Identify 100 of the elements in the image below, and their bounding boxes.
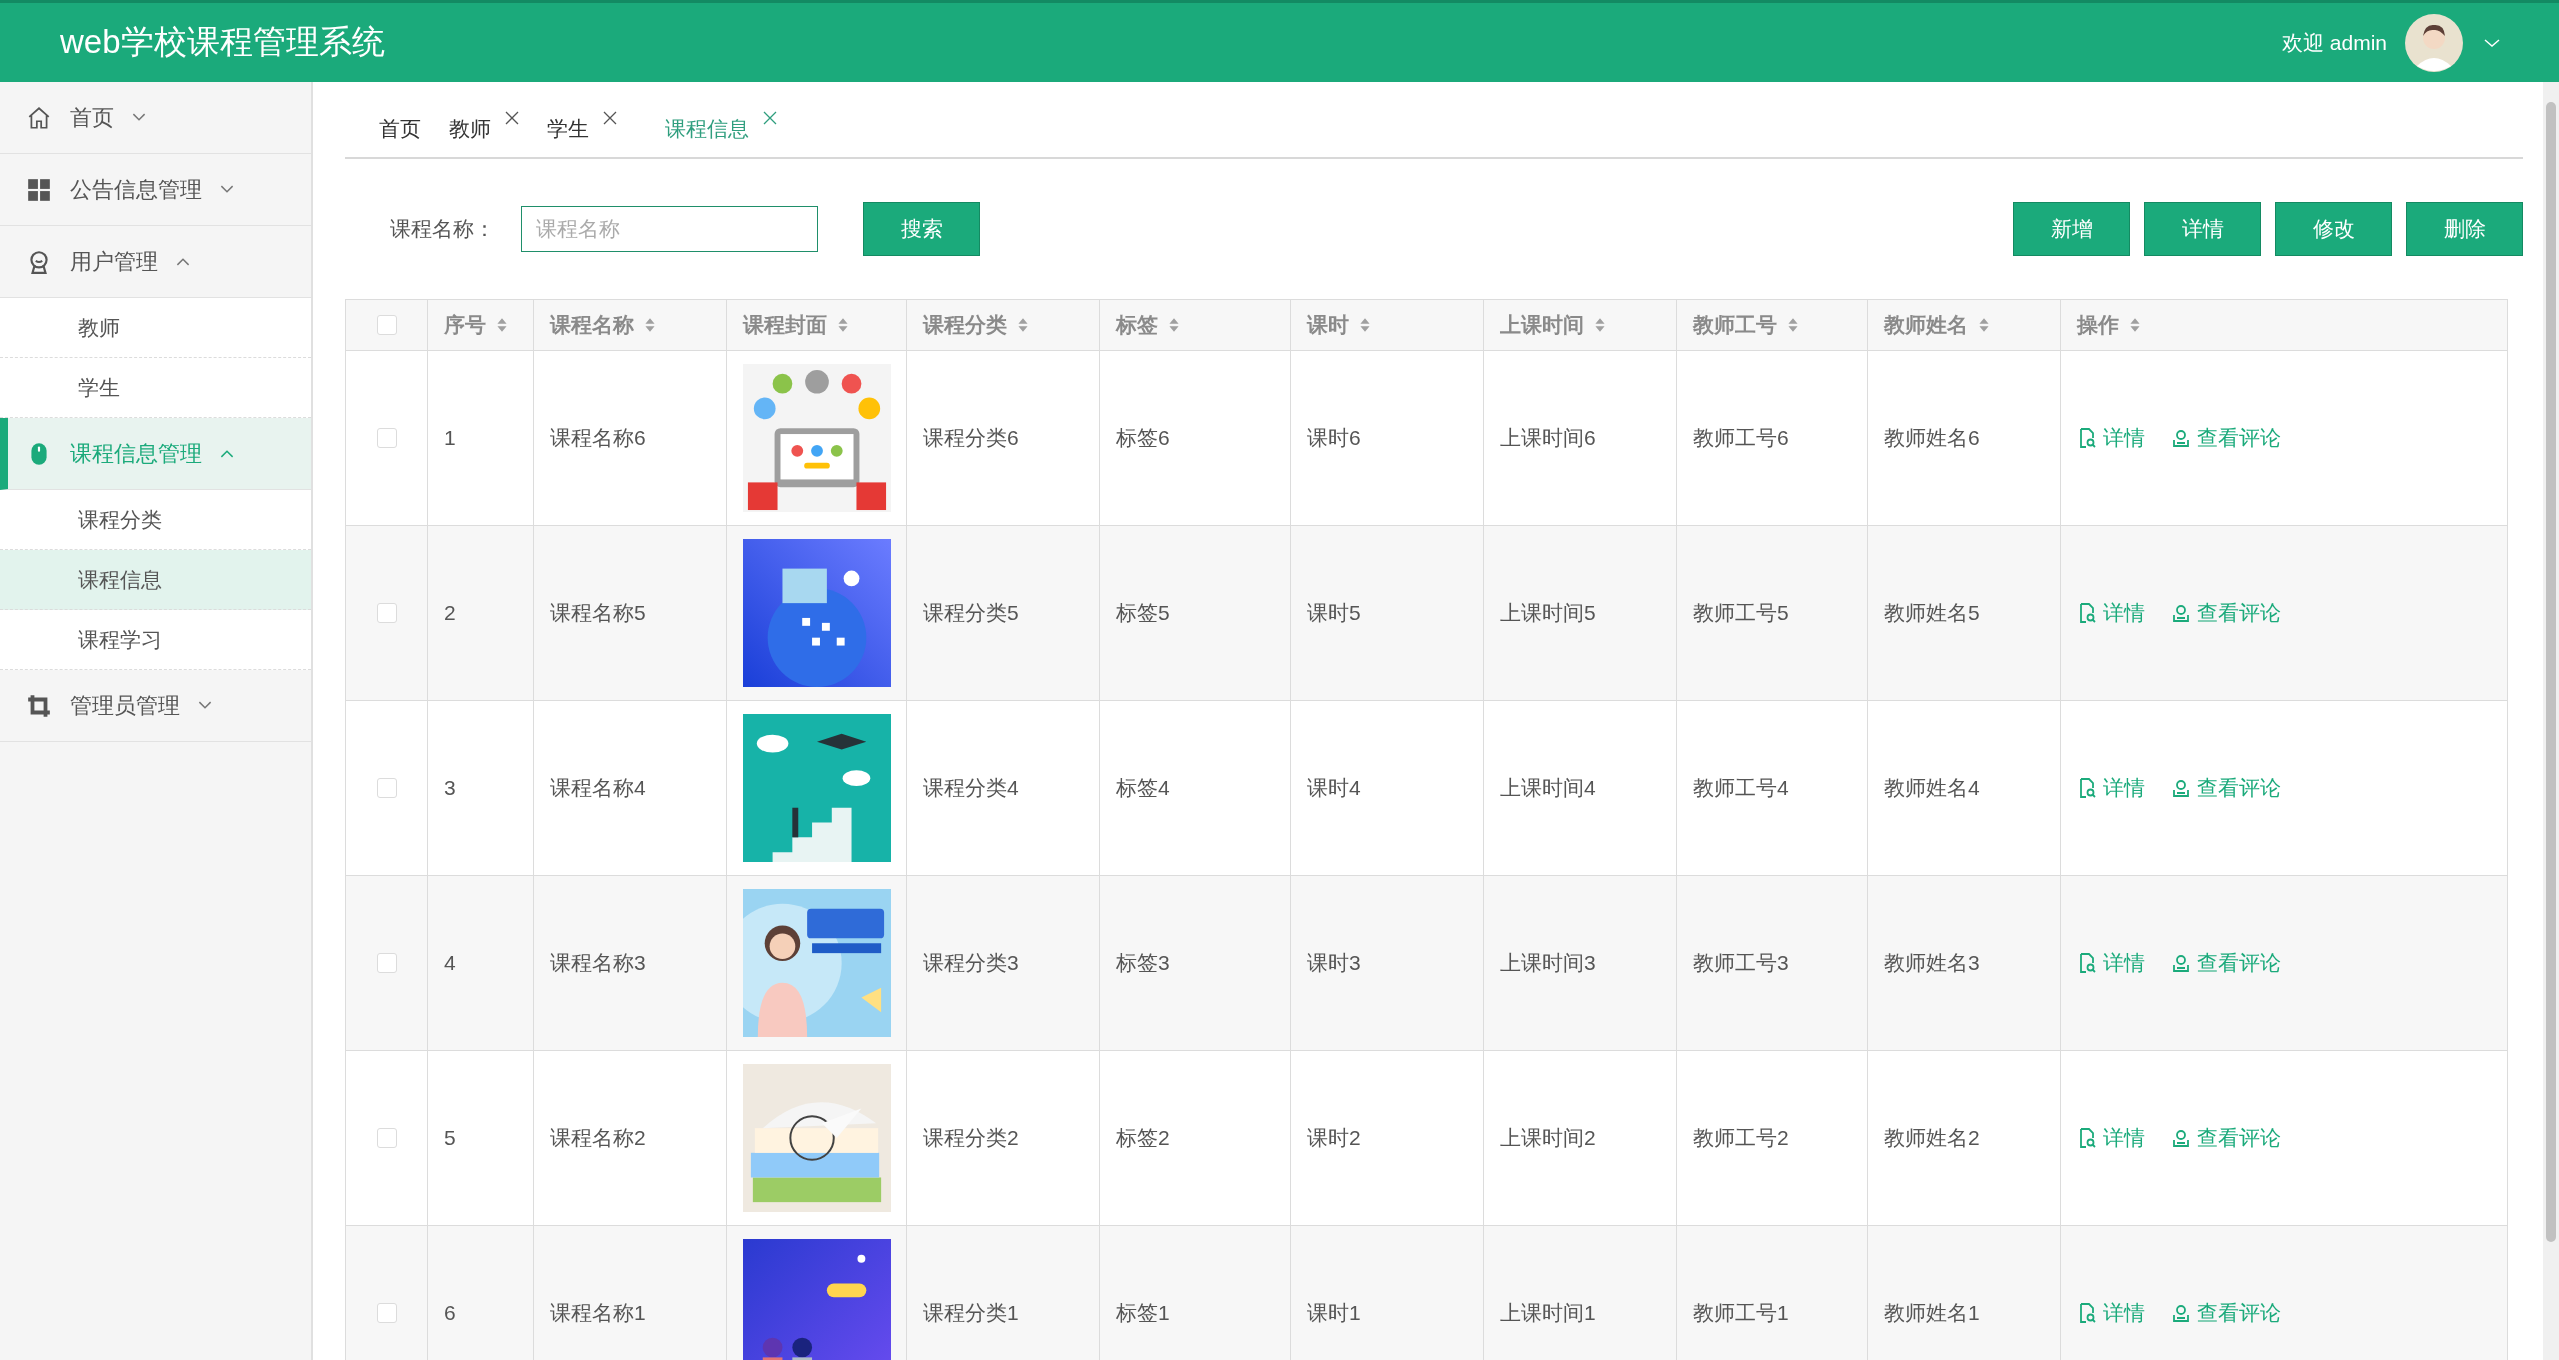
sort-icon[interactable] xyxy=(1594,317,1606,333)
action-button[interactable]: 详情 xyxy=(2144,202,2261,256)
table-cell: 教师工号4 xyxy=(1693,776,1789,799)
review-link[interactable]: 查看评论 xyxy=(2171,949,2281,977)
sidebar-item[interactable]: 管理员管理 xyxy=(0,670,311,742)
detail-link[interactable]: 详情 xyxy=(2077,774,2145,802)
checkbox[interactable] xyxy=(376,603,397,623)
table-cell: 课程分类3 xyxy=(923,951,1019,974)
column-header[interactable]: 课时 xyxy=(1307,311,1349,339)
close-icon[interactable] xyxy=(603,110,617,125)
document-icon xyxy=(2077,603,2097,623)
table-cell: 教师姓名3 xyxy=(1884,951,1980,974)
table-cell: 课程名称3 xyxy=(550,951,646,974)
user-icon xyxy=(2171,603,2191,623)
table-cell: 课程名称2 xyxy=(550,1126,646,1149)
table-cell: 教师姓名4 xyxy=(1884,776,1980,799)
user-icon xyxy=(2171,1303,2191,1323)
tab[interactable]: 课程信息 xyxy=(665,114,777,143)
checkbox[interactable] xyxy=(376,953,397,973)
table-cell: 上课时间2 xyxy=(1500,1126,1596,1149)
table-cell: 教师工号1 xyxy=(1693,1301,1789,1324)
table-cell: 2 xyxy=(444,601,456,624)
table-cell: 课程名称6 xyxy=(550,426,646,449)
grid-icon xyxy=(26,176,52,203)
tab[interactable]: 首页 xyxy=(379,114,421,143)
sidebar-subitem[interactable]: 课程信息 xyxy=(0,550,311,610)
table-cell: 课时3 xyxy=(1307,951,1361,974)
table-cell: 上课时间3 xyxy=(1500,951,1596,974)
search-button[interactable]: 搜索 xyxy=(863,202,980,256)
chevron-icon[interactable] xyxy=(2483,36,2501,49)
table-cell: 上课时间6 xyxy=(1500,426,1596,449)
sidebar-item[interactable]: 公告信息管理 xyxy=(0,154,311,226)
table-cell: 标签5 xyxy=(1116,601,1170,624)
sort-icon[interactable] xyxy=(644,317,656,333)
tab[interactable]: 学生 xyxy=(547,114,617,143)
detail-link[interactable]: 详情 xyxy=(2077,1124,2145,1152)
detail-link[interactable]: 详情 xyxy=(2077,1299,2145,1327)
scrollbar[interactable] xyxy=(2543,82,2559,1360)
tab[interactable]: 教师 xyxy=(449,114,519,143)
sidebar-subitem[interactable]: 学生 xyxy=(0,358,311,418)
table-cell: 教师姓名6 xyxy=(1884,426,1980,449)
search-field[interactable]: 课程名称 xyxy=(521,206,818,252)
sort-icon[interactable] xyxy=(1978,317,1990,333)
detail-link[interactable]: 详情 xyxy=(2077,424,2145,452)
review-link[interactable]: 查看评论 xyxy=(2171,599,2281,627)
table-cell: 课时6 xyxy=(1307,426,1361,449)
review-link[interactable]: 查看评论 xyxy=(2171,1124,2281,1152)
table-cell: 教师姓名2 xyxy=(1884,1126,1980,1149)
table-cell: 上课时间4 xyxy=(1500,776,1596,799)
table-cell: 5 xyxy=(444,1126,456,1149)
table-cell: 标签3 xyxy=(1116,951,1170,974)
sort-icon[interactable] xyxy=(837,317,849,333)
sort-icon[interactable] xyxy=(2129,317,2141,333)
action-button[interactable]: 删除 xyxy=(2406,202,2523,256)
table-cell: 课程名称1 xyxy=(550,1301,646,1324)
column-header[interactable]: 操作 xyxy=(2077,311,2119,339)
action-button[interactable]: 修改 xyxy=(2275,202,2392,256)
document-icon xyxy=(2077,953,2097,973)
table-cell: 课程分类1 xyxy=(923,1301,1019,1324)
close-icon[interactable] xyxy=(505,110,519,125)
sort-icon[interactable] xyxy=(1168,317,1180,333)
checkbox[interactable] xyxy=(376,315,397,335)
sort-icon[interactable] xyxy=(1017,317,1029,333)
checkbox[interactable] xyxy=(376,428,397,448)
user-icon xyxy=(2171,953,2191,973)
sidebar-item[interactable]: 首页 xyxy=(0,82,311,154)
sidebar-item[interactable]: 课程信息管理 xyxy=(0,418,311,490)
review-link[interactable]: 查看评论 xyxy=(2171,774,2281,802)
crop-icon xyxy=(26,692,52,719)
table-cell: 上课时间1 xyxy=(1500,1301,1596,1324)
sidebar-subitem[interactable]: 课程分类 xyxy=(0,490,311,550)
table-cell: 课程分类5 xyxy=(923,601,1019,624)
action-button[interactable]: 新增 xyxy=(2013,202,2130,256)
avatar-icon[interactable] xyxy=(2405,13,2463,72)
sidebar-subitem[interactable]: 教师 xyxy=(0,298,311,358)
column-header[interactable]: 标签 xyxy=(1116,311,1158,339)
user-icon xyxy=(2171,1128,2191,1148)
close-icon[interactable] xyxy=(763,110,777,125)
review-link[interactable]: 查看评论 xyxy=(2171,1299,2281,1327)
sidebar-subitem[interactable]: 课程学习 xyxy=(0,610,311,670)
checkbox[interactable] xyxy=(376,778,397,798)
checkbox[interactable] xyxy=(376,1303,397,1323)
chevron-icon xyxy=(176,257,190,266)
detail-link[interactable]: 详情 xyxy=(2077,949,2145,977)
sort-icon[interactable] xyxy=(496,317,508,333)
chevron-icon xyxy=(132,113,146,122)
sort-icon[interactable] xyxy=(1359,317,1371,333)
table-cell: 课程分类2 xyxy=(923,1126,1019,1149)
sort-icon[interactable] xyxy=(1787,317,1799,333)
table-cell: 标签2 xyxy=(1116,1126,1170,1149)
document-icon xyxy=(2077,1303,2097,1323)
table-cell: 课程分类6 xyxy=(923,426,1019,449)
checkbox[interactable] xyxy=(376,1128,397,1148)
detail-link[interactable]: 详情 xyxy=(2077,599,2145,627)
review-link[interactable]: 查看评论 xyxy=(2171,424,2281,452)
table-cell: 课程名称5 xyxy=(550,601,646,624)
table-cell: 课时1 xyxy=(1307,1301,1361,1324)
table-cell: 教师工号2 xyxy=(1693,1126,1789,1149)
table-cell: 教师工号3 xyxy=(1693,951,1789,974)
table-cell: 标签4 xyxy=(1116,776,1170,799)
